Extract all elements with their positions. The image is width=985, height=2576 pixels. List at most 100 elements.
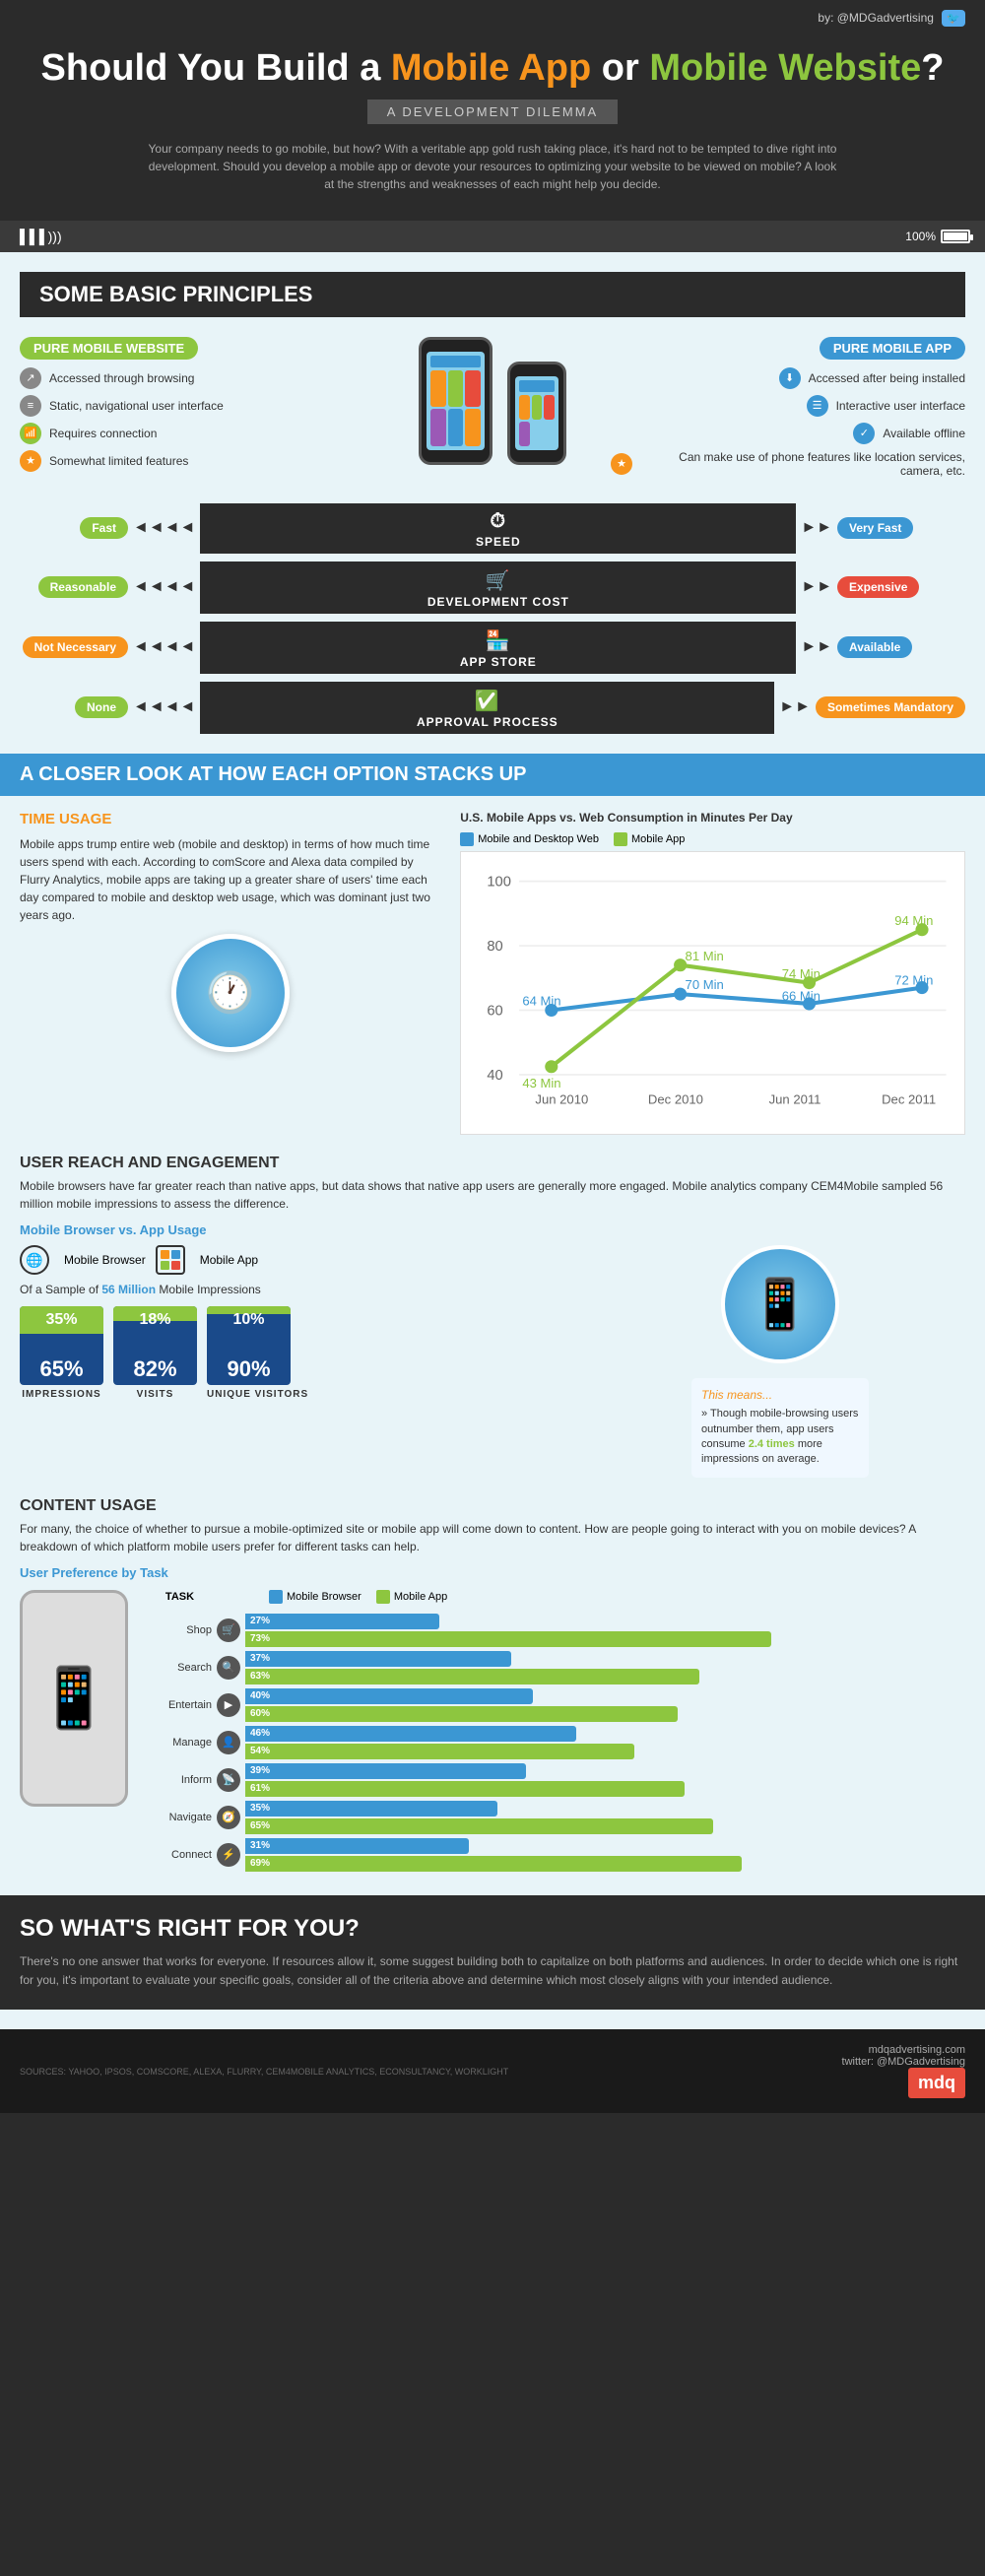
task-name-entertain: Entertain [148, 1699, 212, 1711]
speed-label-text: SPEED [476, 535, 521, 549]
bars-pair-connect: 31% 69% [245, 1838, 965, 1872]
bar-pct-search-app: 63% [250, 1671, 270, 1682]
app-dot-5 [448, 409, 464, 446]
imp-bar-box-1: 35% 65% [20, 1306, 103, 1385]
website-feature-text-3: Requires connection [49, 427, 157, 440]
browser-legend-text: Mobile Browser [287, 1591, 361, 1603]
title-section: Should You Build a Mobile App or Mobile … [0, 32, 985, 221]
this-means-title: This means... [701, 1388, 859, 1402]
svg-text:74 Min: 74 Min [782, 965, 821, 980]
app-cell-2 [171, 1250, 180, 1259]
comp-approval: None ◄◄◄◄ ✅ APPROVAL PROCESS ►► Sometime… [20, 682, 965, 734]
bar-app-connect: 69% [245, 1856, 742, 1872]
impression-bars: 35% 65% IMPRESSIONS [20, 1306, 575, 1400]
bar-pct-entertain-app: 60% [250, 1708, 270, 1719]
imp-main-pct-3: 90% [207, 1358, 291, 1380]
website-col: PURE MOBILE WEBSITE ↗ Accessed through b… [20, 337, 374, 478]
app-legend-dot [376, 1590, 390, 1604]
web-legend-icon [460, 832, 474, 846]
legend-app: Mobile App [614, 832, 685, 846]
footer-right: mdqadvertising.com twitter: @MDGadvertis… [842, 2044, 965, 2098]
bar-app-navigate: 65% [245, 1818, 713, 1834]
app-dot-s-3 [544, 395, 555, 420]
task-name-search: Search [148, 1662, 212, 1674]
imp-title-2: VISITS [113, 1389, 197, 1400]
comp-speed-left: Fast [20, 517, 128, 539]
bar-app-inform: 61% [245, 1781, 685, 1797]
times-highlight: 2.4 times [749, 1438, 795, 1450]
battery-area: 100% [905, 230, 970, 243]
mobile-app-icon [156, 1245, 185, 1275]
approval-right-val: Sometimes Mandatory [816, 696, 965, 718]
svg-text:60: 60 [488, 1003, 503, 1019]
line-chart: 100 80 60 40 Jun 2010 Dec 2010 Jun 2011 [460, 851, 965, 1136]
features-icon: ★ [611, 453, 632, 475]
comp-approval-left: None [20, 696, 128, 718]
imp-bar-visits: 18% 82% VISITS [113, 1306, 197, 1400]
intro-text: Your company needs to go mobile, but how… [148, 140, 837, 193]
imp-bar-unique: 10% 90% UNIQUE VISITORS [207, 1306, 308, 1400]
svg-text:94 Min: 94 Min [894, 912, 933, 927]
website-feature-text-4: Somewhat limited features [49, 454, 188, 468]
comp-devcost: Reasonable ◄◄◄◄ 🛒 DEVELOPMENT COST ►► Ex… [20, 561, 965, 614]
app-legend-item: Mobile App [376, 1590, 447, 1604]
svg-text:100: 100 [488, 874, 512, 890]
phone-pair [419, 337, 566, 465]
comp-speed-label: ⏱ SPEED [200, 503, 796, 554]
phone-small [507, 362, 566, 465]
screen-row-1 [430, 356, 481, 367]
signal-icons: ▐▐▐ ))) [15, 229, 62, 244]
app-feature-3: Available offline ✓ [611, 423, 965, 444]
legend-web: Mobile and Desktop Web [460, 832, 599, 846]
store-icon: 🏪 [215, 628, 781, 653]
imp-bar-box-3: 10% 90% [207, 1306, 291, 1385]
website-feature-text-1: Accessed through browsing [49, 371, 194, 385]
subtitle-banner: A DEVELOPMENT DILEMMA [367, 99, 618, 124]
imp-bottom-1: 65% [20, 1358, 103, 1380]
imp-green-3: 10% [207, 1306, 291, 1314]
bars-pair-shop: 27% 73% [245, 1614, 965, 1647]
main-title: Should You Build a Mobile App or Mobile … [39, 46, 946, 92]
bars-pair-inform: 39% 61% [245, 1763, 965, 1797]
app-feature-4: Can make use of phone features like loca… [611, 450, 965, 478]
content-usage-body: For many, the choice of whether to pursu… [20, 1520, 965, 1555]
arrow-right-2: ►► [801, 578, 832, 596]
title-mobile-app: Mobile App [391, 47, 591, 89]
app-feature-1: Accessed after being installed ⬇ [611, 367, 965, 389]
bar-browser-inform: 39% [245, 1763, 526, 1779]
imp-main-pct-1: 65% [20, 1358, 103, 1380]
footer-website: mdqadvertising.com [842, 2044, 965, 2056]
browser-legend-dot [269, 1590, 283, 1604]
this-means-arrow: » [701, 1408, 710, 1420]
task-name-navigate: Navigate [148, 1812, 212, 1823]
title-mobile-website: Mobile Website [649, 47, 921, 89]
browser-app-icons: 🌐 Mobile Browser Mobile App [20, 1245, 575, 1275]
task-icon-entertain: ▶ [217, 1693, 240, 1717]
svg-text:81 Min: 81 Min [686, 948, 724, 962]
task-icon-shop: 🛒 [217, 1618, 240, 1642]
app-dot-s-2 [532, 395, 543, 420]
task-name-inform: Inform [148, 1774, 212, 1786]
bar-browser-shop: 27% [245, 1614, 439, 1629]
svg-text:64 Min: 64 Min [523, 993, 561, 1008]
cost-label-text: DEVELOPMENT COST [427, 595, 569, 609]
task-bars-area: TASK Mobile Browser Mobile App [148, 1590, 965, 1876]
app-dot-3 [465, 370, 481, 408]
svg-text:Jun 2011: Jun 2011 [769, 1091, 821, 1106]
website-feature-1: ↗ Accessed through browsing [20, 367, 374, 389]
approval-label-text: APPROVAL PROCESS [417, 715, 558, 729]
bar-pct-entertain-browser: 40% [250, 1690, 270, 1701]
twitter-icon[interactable]: 🐦 [942, 10, 965, 27]
website-label: PURE MOBILE WEBSITE [20, 337, 198, 360]
store-right-val: Available [837, 636, 912, 658]
website-feature-4: ★ Somewhat limited features [20, 450, 374, 472]
imp-bar-impressions: 35% 65% IMPRESSIONS [20, 1306, 103, 1400]
website-feature-3: 📶 Requires connection [20, 423, 374, 444]
arrow-left-4: ◄◄◄◄ [133, 698, 195, 716]
approval-icon: ✅ [215, 689, 759, 713]
app-feature-text-2: Interactive user interface [836, 399, 965, 413]
task-row-search: Search 🔍 37% 63% [148, 1651, 965, 1684]
so-what-title: SO WHAT'S RIGHT FOR YOU? [20, 1915, 965, 1943]
reach-left: 🌐 Mobile Browser Mobile App Of a Sample … [20, 1245, 575, 1478]
imp-top-pct-3: 10% [207, 1306, 291, 1329]
